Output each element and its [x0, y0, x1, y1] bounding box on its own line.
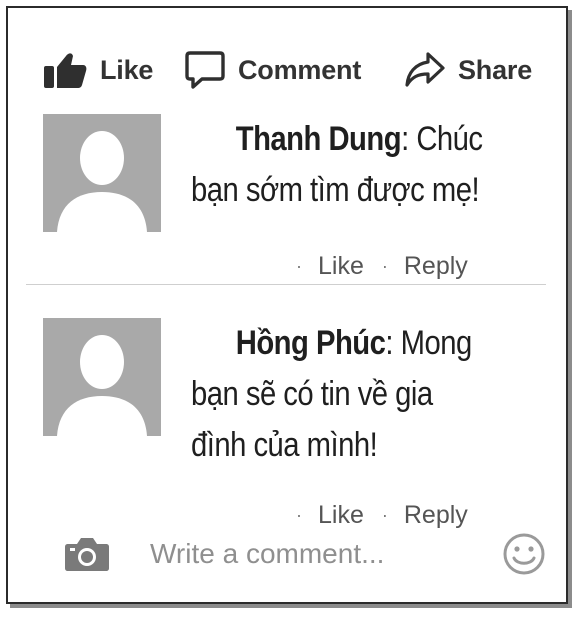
comment-button-label: Comment — [238, 54, 362, 85]
default-avatar-icon — [43, 114, 161, 232]
separator-dot: · — [296, 505, 302, 525]
separator-dot: · — [296, 256, 302, 276]
separator-dot: · — [381, 505, 388, 525]
comment-body-line-1: Chúc — [408, 120, 483, 158]
comment-body-line-2: bạn sớm tìm được mẹ! — [191, 171, 480, 209]
comment-like-link[interactable]: Like — [318, 501, 364, 530]
comment-reply-link[interactable]: Reply — [404, 501, 468, 530]
avatar[interactable] — [43, 114, 161, 232]
comment-actions: · Like · Reply — [288, 252, 468, 281]
camera-icon[interactable] — [64, 536, 110, 577]
comment-composer — [8, 528, 566, 584]
author-separator: : — [401, 120, 409, 158]
comment-author[interactable]: Hồng Phúc — [236, 324, 386, 362]
like-button[interactable]: Like — [42, 46, 153, 94]
share-arrow-icon — [404, 50, 446, 90]
separator-dot: · — [381, 256, 388, 276]
avatar[interactable] — [43, 318, 161, 436]
share-button[interactable]: Share — [404, 46, 532, 94]
comment-button[interactable]: Comment — [184, 46, 361, 94]
comment-input[interactable] — [150, 534, 480, 574]
comment-text: Thanh Dung: Chúc bạn sớm tìm được mẹ! — [191, 114, 535, 216]
speech-bubble-icon — [184, 49, 226, 91]
comment-actions: · Like · Reply — [288, 501, 468, 530]
thumbs-up-icon — [42, 50, 88, 90]
comment-reply-link[interactable]: Reply — [404, 252, 468, 281]
smiley-icon[interactable] — [502, 532, 546, 581]
comment-body-line-1: Mong — [393, 324, 473, 362]
comment-body-line-3: đình của mình! — [191, 426, 378, 464]
like-button-label: Like — [100, 54, 154, 85]
comment-body-line-2: bạn sẽ có tin về gia — [191, 375, 433, 413]
comment-author[interactable]: Thanh Dung — [236, 120, 402, 158]
comment-text: Hồng Phúc: Mong bạn sẽ có tin về gia đìn… — [191, 318, 535, 471]
comment-panel: Like Comment Share Thanh Dung: Chúc bạn … — [6, 6, 568, 604]
comment-divider — [26, 284, 546, 285]
post-action-bar: Like Comment Share — [8, 46, 566, 94]
default-avatar-icon — [43, 318, 161, 436]
comment-like-link[interactable]: Like — [318, 252, 364, 281]
share-button-label: Share — [458, 54, 533, 85]
author-separator: : — [385, 324, 394, 362]
